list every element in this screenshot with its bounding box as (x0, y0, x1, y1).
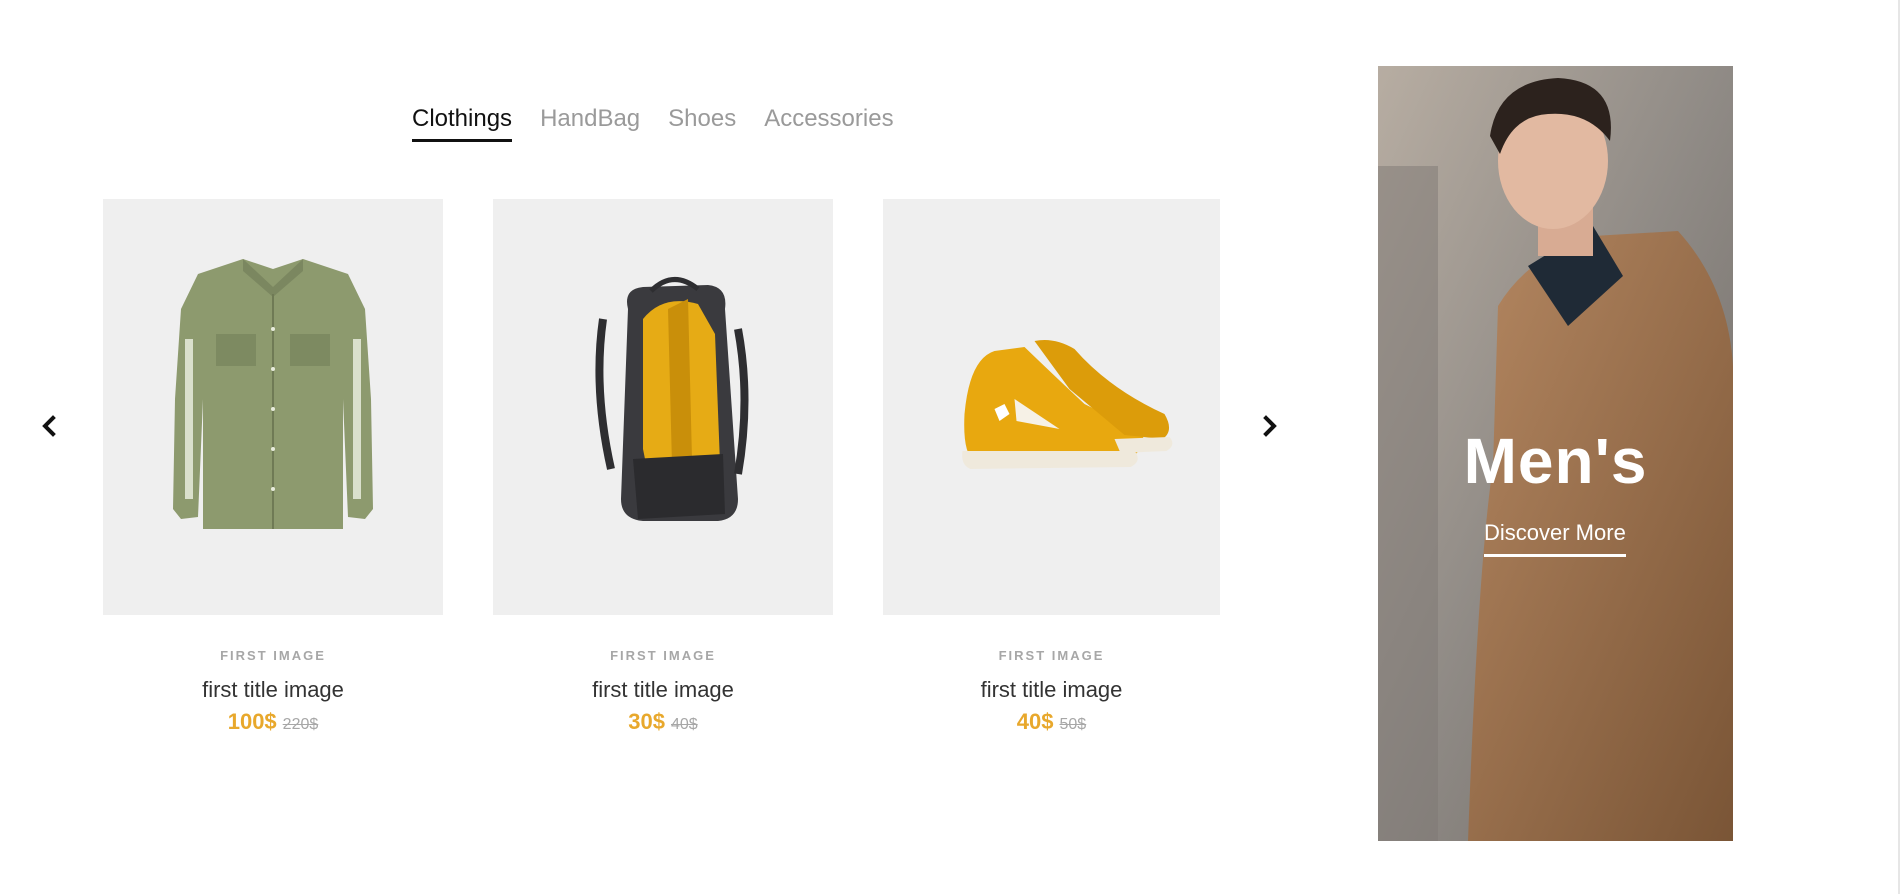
product-price: 40$ (1016, 709, 1054, 734)
product-subtitle: FIRST IMAGE (610, 648, 716, 663)
product-prices: 40$ 50$ (883, 709, 1220, 735)
product-card[interactable]: FIRST IMAGE first title image 40$ 50$ (883, 199, 1220, 735)
tab-accessories[interactable]: Accessories (764, 105, 893, 142)
tab-handbag[interactable]: HandBag (540, 105, 640, 142)
chevron-left-icon (42, 415, 56, 437)
product-old-price: 220$ (282, 716, 319, 733)
banner-heading: Men's (1463, 425, 1648, 497)
tab-clothings[interactable]: Clothings (412, 105, 513, 143)
mens-promo-banner[interactable]: Men's Discover More (1378, 66, 1733, 841)
discover-more-link[interactable]: Discover More (1484, 520, 1626, 557)
product-prices: 100$ 220$ (103, 709, 443, 735)
product-image-sneakers[interactable] (883, 199, 1220, 615)
product-title[interactable]: first title image (493, 677, 833, 703)
product-subtitle: FIRST IMAGE (998, 648, 1105, 663)
product-old-price: 50$ (1059, 716, 1087, 733)
product-price: 30$ (628, 709, 665, 734)
carousel-prev-button[interactable] (38, 414, 62, 438)
chevron-right-icon (1263, 415, 1277, 437)
product-prices: 30$ 40$ (493, 709, 833, 735)
product-old-price: 40$ (671, 716, 698, 733)
product-image-shirt[interactable] (103, 199, 443, 615)
product-card[interactable]: FIRST IMAGE first title image 30$ 40$ (493, 199, 833, 735)
category-tabs: Clothings HandBag Shoes Accessories (412, 105, 922, 143)
product-title[interactable]: first title image (103, 677, 443, 703)
product-card[interactable]: FIRST IMAGE first title image 100$ 220$ (103, 199, 443, 735)
product-title[interactable]: first title image (883, 677, 1220, 703)
product-subtitle: FIRST IMAGE (220, 648, 326, 663)
product-image-backpack[interactable] (493, 199, 833, 615)
product-price: 100$ (227, 709, 277, 734)
carousel-next-button[interactable] (1257, 414, 1281, 438)
tab-shoes[interactable]: Shoes (668, 105, 736, 142)
